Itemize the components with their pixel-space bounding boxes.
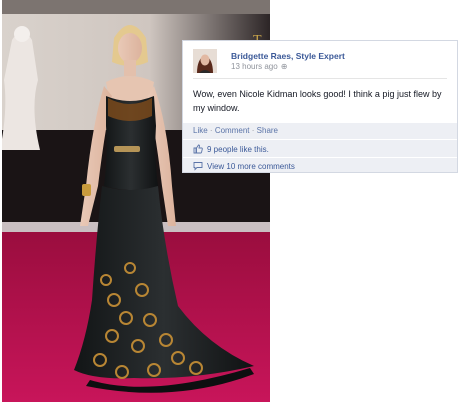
comment-text: Wow, even Nicole Kidman looks good! I th…: [193, 89, 442, 113]
action-separator: ·: [209, 126, 213, 135]
avatar-image: [193, 49, 217, 73]
action-separator: ·: [251, 126, 255, 135]
globe-icon: ⊕: [280, 62, 288, 71]
author-avatar[interactable]: [193, 49, 217, 73]
like-link[interactable]: Like: [193, 126, 208, 135]
more-comments-link[interactable]: View 10 more comments: [207, 162, 295, 171]
author-name[interactable]: Bridgette Raes, Style Expert: [231, 51, 345, 61]
more-comments-row[interactable]: View 10 more comments: [193, 161, 295, 171]
likes-count-text[interactable]: 9 people like this.: [207, 145, 269, 154]
facebook-comment-card: Bridgette Raes, Style Expert 13 hours ag…: [182, 40, 458, 173]
thumbs-up-icon: [193, 144, 203, 154]
post-timestamp: 13 hours ago ⊕: [231, 62, 287, 71]
likes-row[interactable]: 9 people like this.: [193, 144, 269, 154]
footer-divider: [183, 157, 457, 158]
footer-divider: [183, 139, 457, 140]
post-footer: Like · Comment · Share 9 people like thi…: [183, 123, 457, 172]
timestamp-text[interactable]: 13 hours ago: [231, 62, 278, 71]
comment-bubble-icon: [193, 162, 203, 171]
comment-link[interactable]: Comment: [215, 126, 250, 135]
post-actions: Like · Comment · Share: [193, 126, 278, 135]
share-link[interactable]: Share: [257, 126, 278, 135]
header-divider: [193, 78, 447, 79]
